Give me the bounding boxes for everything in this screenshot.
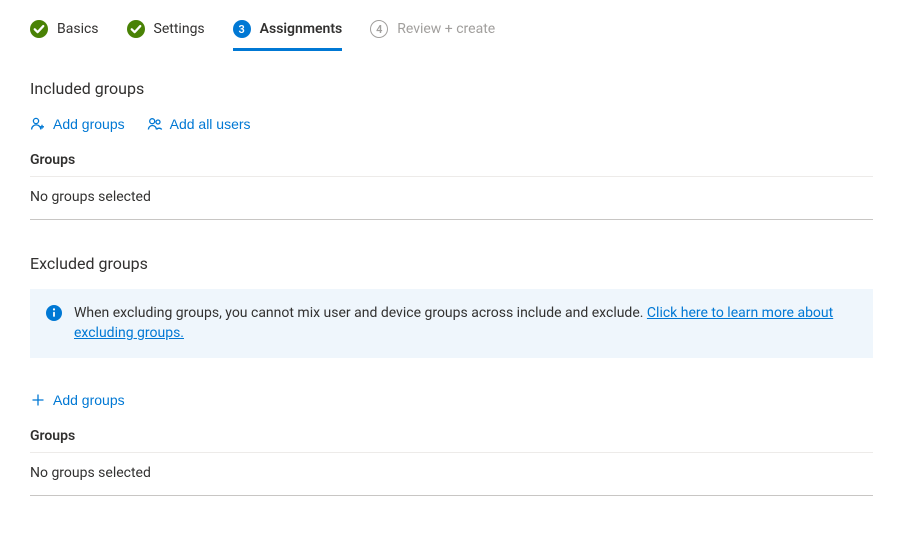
included-groups-header: Groups <box>30 152 873 177</box>
excluded-actions: Add groups <box>30 390 873 410</box>
included-actions: Add groups Add all users <box>30 114 873 134</box>
excluded-groups-empty: No groups selected <box>30 453 873 496</box>
step-number-icon: 4 <box>370 20 388 38</box>
step-label: Settings <box>154 21 205 37</box>
people-icon <box>147 116 163 132</box>
included-groups-empty: No groups selected <box>30 177 873 220</box>
step-settings[interactable]: Settings <box>127 20 205 51</box>
step-assignments[interactable]: 3 Assignments <box>233 20 343 51</box>
info-icon <box>46 305 62 321</box>
step-number-icon: 3 <box>233 20 251 38</box>
check-icon <box>30 20 48 38</box>
step-basics[interactable]: Basics <box>30 20 99 51</box>
excluded-groups-title: Excluded groups <box>30 254 873 273</box>
step-label: Basics <box>57 21 99 37</box>
step-review-create[interactable]: 4 Review + create <box>370 20 495 51</box>
button-label: Add groups <box>53 116 125 132</box>
excluded-info-text: When excluding groups, you cannot mix us… <box>74 303 857 344</box>
button-label: Add groups <box>53 392 125 408</box>
step-label: Review + create <box>397 21 495 37</box>
add-groups-button[interactable]: Add groups <box>30 114 125 134</box>
add-all-users-button[interactable]: Add all users <box>147 114 251 134</box>
add-groups-button[interactable]: Add groups <box>30 390 125 410</box>
step-label: Assignments <box>260 21 343 37</box>
person-add-icon <box>30 116 46 132</box>
button-label: Add all users <box>170 116 251 132</box>
plus-icon <box>30 392 46 408</box>
banner-text: When excluding groups, you cannot mix us… <box>74 305 647 321</box>
included-groups-title: Included groups <box>30 79 873 98</box>
wizard-stepper: Basics Settings 3 Assignments 4 Review +… <box>30 20 873 51</box>
excluded-info-banner: When excluding groups, you cannot mix us… <box>30 289 873 358</box>
check-icon <box>127 20 145 38</box>
excluded-groups-header: Groups <box>30 428 873 453</box>
